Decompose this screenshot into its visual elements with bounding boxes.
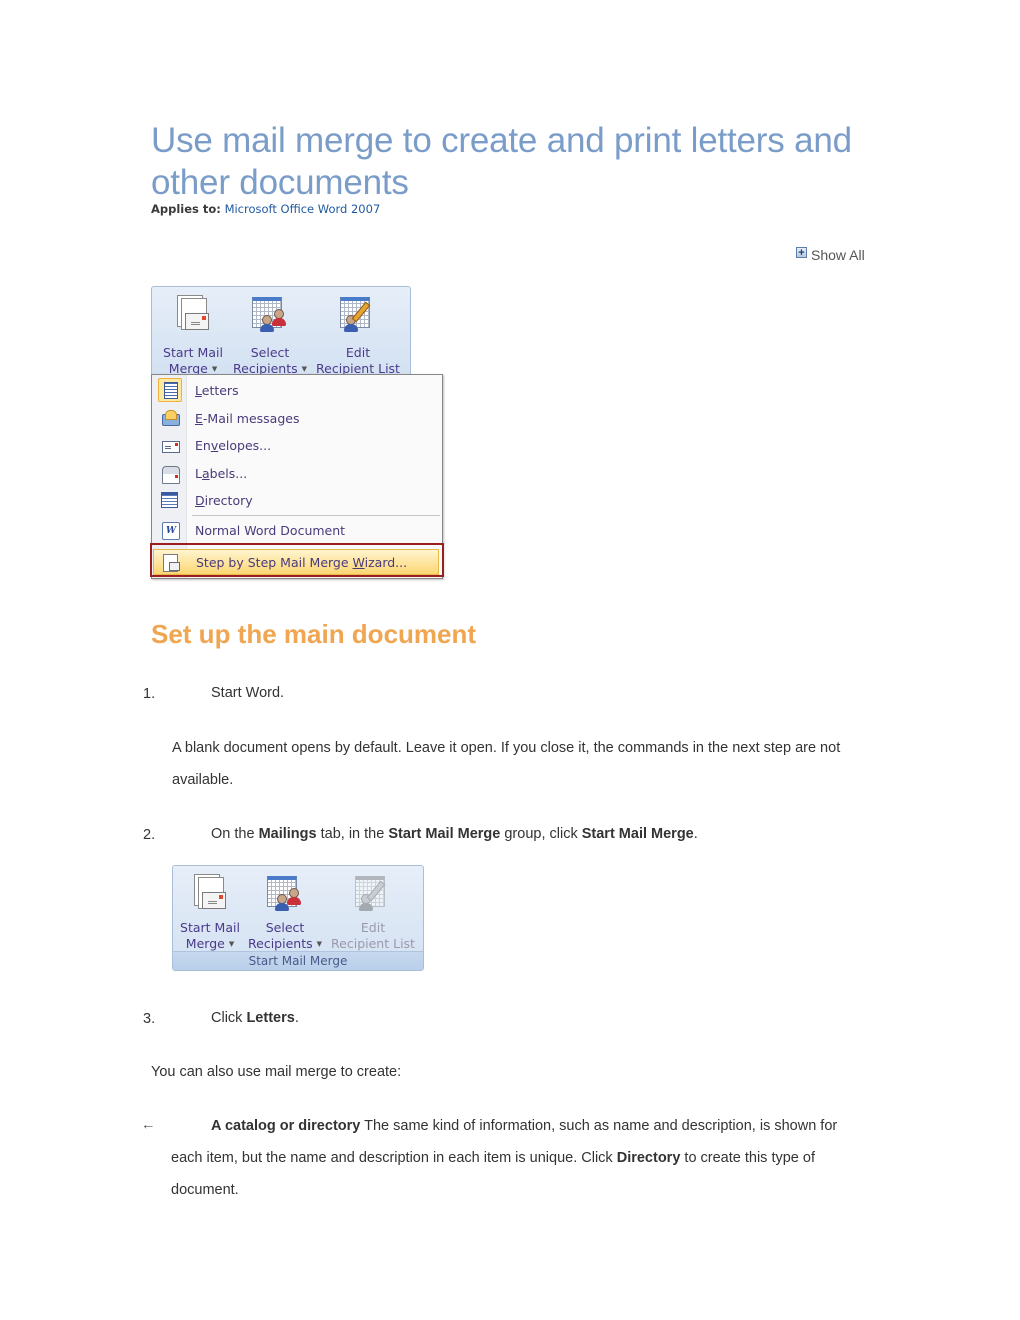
start-mail-merge-icon: [173, 295, 213, 335]
step-3-number: 3.: [143, 1011, 156, 1027]
menu-item-normal-word-document[interactable]: W Normal Word Document: [152, 517, 442, 543]
dropdown-caret-icon: ▼: [316, 940, 322, 948]
edit-recipient-list-icon: [338, 295, 378, 335]
ribbon-group-label: Start Mail Merge: [173, 951, 423, 970]
step-2-number: 2.: [143, 827, 156, 843]
menu-item-letters[interactable]: Letters: [152, 377, 442, 403]
menu-item-labels[interactable]: Labels...: [152, 460, 442, 486]
edit-recipient-list-button[interactable]: Edit Recipient List: [325, 866, 421, 952]
step-1-number: 1.: [143, 686, 156, 702]
select-recipients-icon: [265, 874, 305, 914]
start-mail-merge-button[interactable]: Start Mail Merge ▼: [175, 866, 245, 952]
select-recipients-button[interactable]: Select Recipients ▼: [230, 287, 310, 377]
email-icon: [161, 409, 180, 427]
wizard-highlight-box: [150, 543, 444, 577]
start-mail-merge-button[interactable]: Start Mail Merge ▼: [158, 287, 228, 377]
applies-to-product-link[interactable]: Microsoft Office Word 2007: [225, 202, 381, 216]
page-title: Use mail merge to create and print lette…: [151, 121, 852, 202]
dropdown-caret-icon: ▼: [211, 365, 218, 373]
word-document-icon: W: [161, 521, 180, 540]
start-mail-merge-icon: [190, 874, 230, 914]
applies-to: Applies to: Microsoft Office Word 2007: [151, 202, 380, 216]
section-heading: Set up the main document: [151, 619, 477, 649]
menu-item-envelopes[interactable]: Envelopes...: [152, 432, 442, 458]
edit-recipient-list-icon: [353, 874, 393, 914]
labels-icon: [161, 464, 180, 484]
edit-recipient-list-button[interactable]: Edit Recipient List: [312, 287, 404, 377]
also-create-intro: You can also use mail merge to create:: [151, 1064, 402, 1080]
menu-item-directory[interactable]: Directory: [152, 487, 442, 513]
directory-icon: [161, 491, 179, 509]
step-1-text: Start Word.: [211, 685, 285, 701]
expand-plus-icon: +: [796, 246, 807, 258]
ribbon-screenshot-start-mail-merge-group: Start Mail Merge ▼ Select Recipients ▼ E…: [172, 865, 424, 971]
select-recipients-button[interactable]: Select Recipients ▼: [245, 866, 325, 952]
applies-to-label: Applies to:: [151, 202, 221, 216]
envelope-icon: [161, 436, 180, 454]
step-1-note: A blank document opens by default. Leave…: [172, 740, 841, 788]
show-all-toggle[interactable]: + Show All: [796, 246, 865, 263]
letters-icon: [158, 378, 182, 402]
dropdown-caret-icon: ▼: [301, 365, 307, 373]
step-3-text: Click Letters.: [211, 1010, 299, 1026]
catalog-directory-bullet: A catalog or directory The same kind of …: [171, 1118, 838, 1198]
dropdown-caret-icon: ▼: [228, 940, 235, 948]
show-all-label: Show All: [811, 247, 865, 263]
select-recipients-icon: [250, 295, 290, 335]
menu-separator: [192, 515, 440, 516]
bullet-arrow-icon: ←: [141, 1117, 156, 1133]
ribbon-screenshot-start-mail-merge: Start Mail Merge ▼ Select Recipients ▼ E…: [151, 286, 411, 377]
menu-item-email-messages[interactable]: E-Mail messages: [152, 405, 442, 431]
step-2-text: On the Mailings tab, in the Start Mail M…: [211, 826, 698, 842]
